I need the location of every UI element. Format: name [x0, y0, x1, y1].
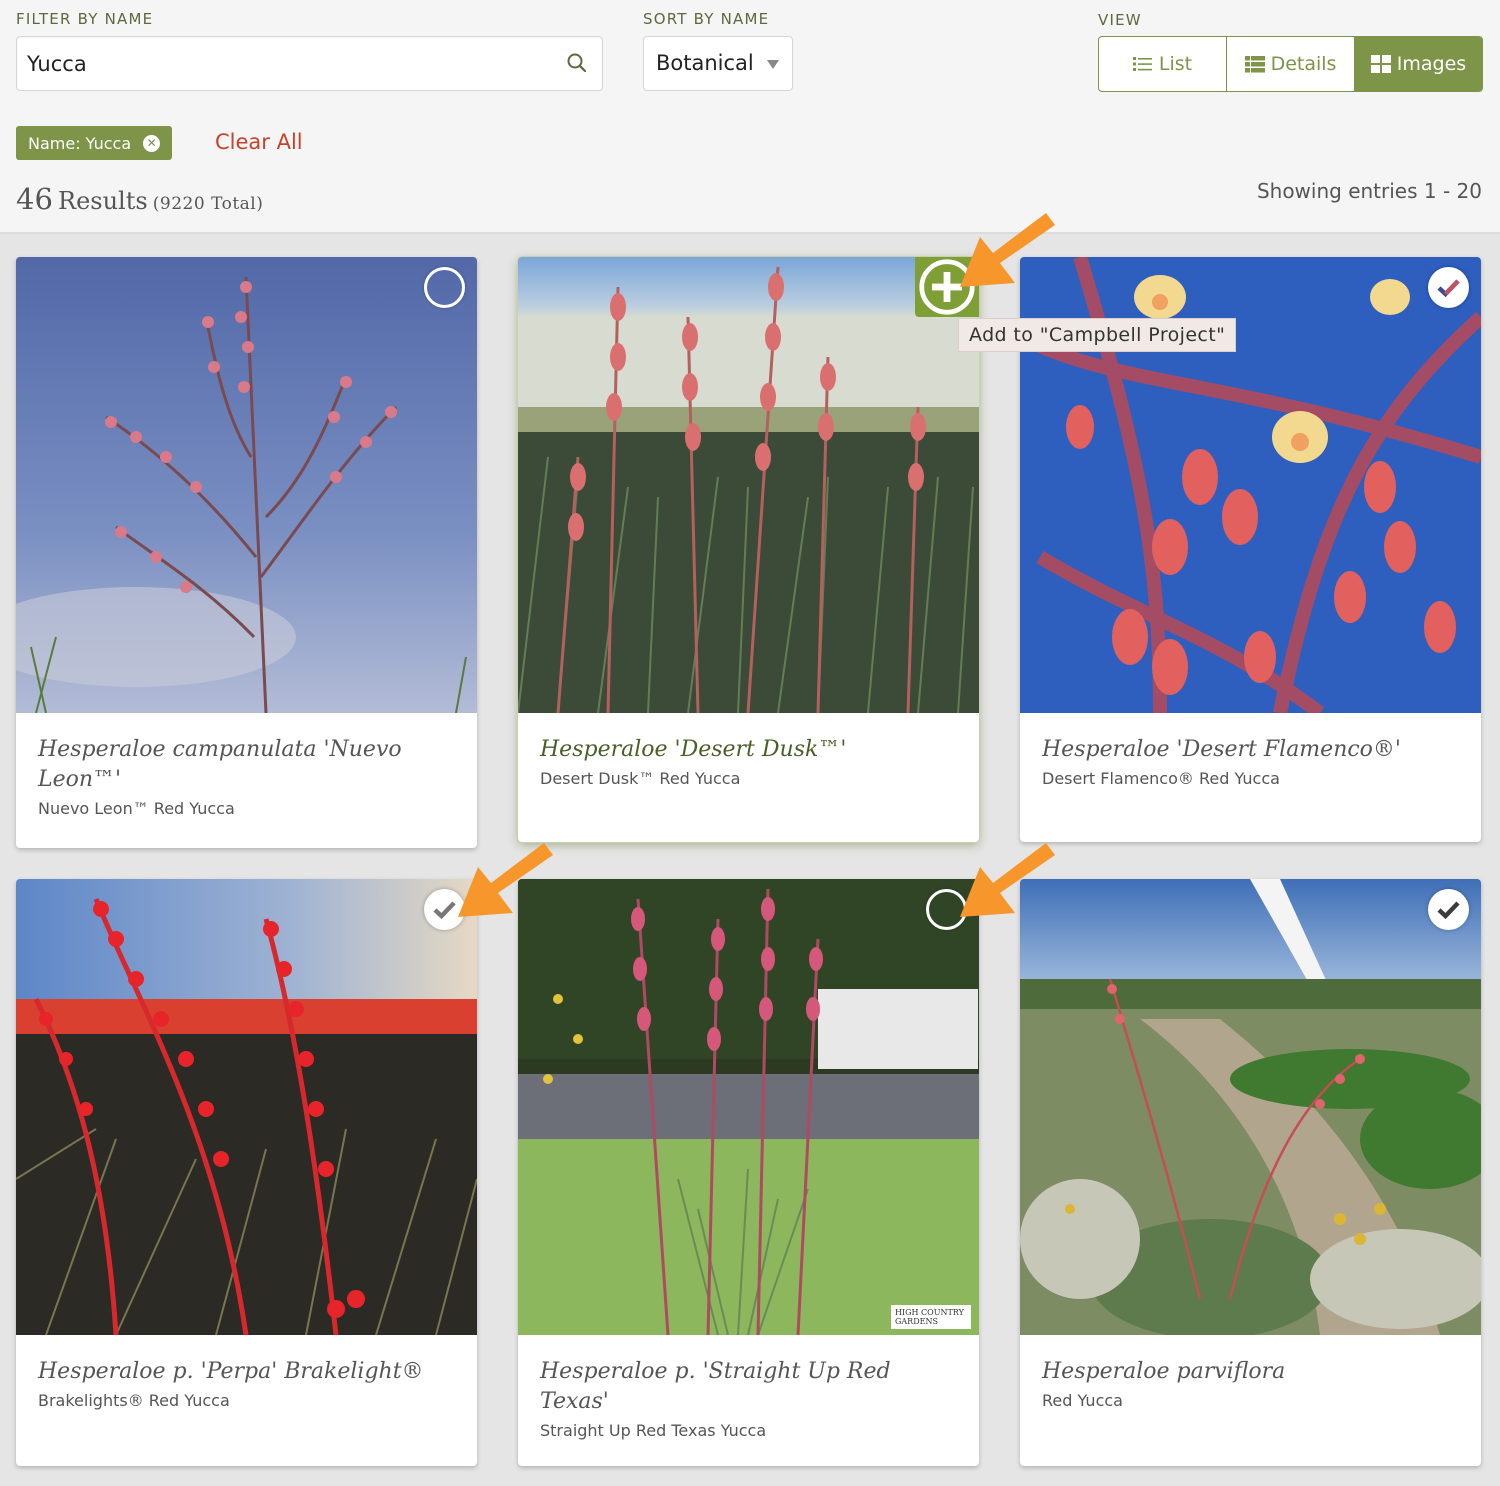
add-to-project-tooltip: Add to "Campbell Project"	[958, 318, 1237, 352]
filter-toolbar: FILTER BY NAME SORT BY NAME Botanical VI…	[0, 0, 1500, 234]
view-toggle-group: List Details Images	[1098, 36, 1483, 92]
sort-label: SORT BY NAME	[643, 10, 770, 28]
view-images-label: Images	[1396, 53, 1467, 75]
plant-card[interactable]: Hesperaloe parviflora Red Yucca	[1020, 879, 1481, 1466]
sort-select[interactable]: Botanical	[643, 36, 793, 91]
annotation-arrow-icon	[960, 213, 1055, 287]
common-name: Desert Flamenco® Red Yucca	[1042, 769, 1280, 788]
chevron-down-icon	[767, 60, 779, 69]
common-name: Nuevo Leon™ Red Yucca	[38, 799, 235, 818]
view-list-label: List	[1158, 53, 1193, 75]
common-name: Desert Dusk™ Red Yucca	[540, 769, 741, 788]
select-toggle-selected[interactable]	[1428, 267, 1469, 308]
botanical-name[interactable]: Hesperaloe parviflora	[1042, 1357, 1459, 1387]
showing-entries: Showing entries 1 - 20	[1256, 179, 1482, 203]
search-icon[interactable]	[566, 52, 588, 74]
common-name: Red Yucca	[1042, 1391, 1123, 1410]
sort-selected-value: Botanical	[656, 51, 754, 75]
view-details-button[interactable]: Details	[1227, 37, 1355, 91]
plant-card[interactable]: HIGH COUNTRY GARDENS Hesperaloe p. 'Stra…	[518, 879, 979, 1466]
filter-name-input[interactable]	[27, 45, 547, 83]
plant-photo[interactable]: HIGH COUNTRY GARDENS	[518, 879, 979, 1335]
view-label: VIEW	[1098, 11, 1142, 29]
plant-photo[interactable]	[16, 879, 477, 1335]
results-word: Results	[58, 187, 148, 215]
botanical-name[interactable]: Hesperaloe p. 'Perpa' Brakelight®	[38, 1357, 455, 1387]
botanical-name[interactable]: Hesperaloe campanulata 'Nuevo Leon™'	[38, 735, 455, 795]
results-count: 46 Results (9220 Total)	[16, 182, 263, 216]
plant-card[interactable]: Hesperaloe p. 'Perpa' Brakelight® Brakel…	[16, 879, 477, 1466]
plant-photo[interactable]	[1020, 879, 1481, 1335]
view-details-label: Details	[1270, 53, 1337, 75]
active-filter-chip: Name: Yucca ✕	[16, 126, 173, 160]
botanical-name[interactable]: Hesperaloe p. 'Straight Up Red Texas'	[540, 1357, 957, 1417]
check-icon	[1437, 901, 1460, 920]
select-toggle-unselected[interactable]	[424, 267, 465, 308]
grid-icon	[1370, 55, 1391, 73]
botanical-name[interactable]: Hesperaloe 'Desert Dusk™'	[540, 735, 957, 765]
common-name: Straight Up Red Texas Yucca	[540, 1421, 767, 1440]
filter-label: FILTER BY NAME	[16, 10, 154, 28]
list-icon	[1132, 57, 1152, 71]
filter-search-box[interactable]	[16, 36, 603, 91]
botanical-name[interactable]: Hesperaloe 'Desert Flamenco®'	[1042, 735, 1459, 765]
common-name: Brakelights® Red Yucca	[38, 1391, 230, 1410]
results-number: 46	[16, 182, 53, 216]
results-total: (9220 Total)	[152, 194, 264, 214]
plant-card[interactable]: Hesperaloe campanulata 'Nuevo Leon™' Nue…	[16, 257, 477, 848]
photo-credit-watermark: HIGH COUNTRY GARDENS	[891, 1305, 971, 1329]
check-icon	[1437, 279, 1460, 298]
view-images-button[interactable]: Images	[1355, 37, 1482, 91]
remove-filter-icon[interactable]: ✕	[143, 134, 161, 152]
select-toggle-selected[interactable]	[1428, 889, 1469, 930]
details-icon	[1244, 55, 1265, 72]
plant-photo[interactable]	[16, 257, 477, 713]
view-list-button[interactable]: List	[1099, 37, 1227, 91]
plant-card[interactable]: Hesperaloe 'Desert Dusk™' Desert Dusk™ R…	[518, 257, 979, 842]
plant-photo[interactable]	[518, 257, 979, 713]
clear-all-link[interactable]: Clear All	[215, 130, 303, 154]
active-filter-label: Name: Yucca	[28, 133, 132, 153]
annotation-arrow-icon	[458, 843, 553, 917]
annotation-arrow-icon	[960, 843, 1055, 917]
